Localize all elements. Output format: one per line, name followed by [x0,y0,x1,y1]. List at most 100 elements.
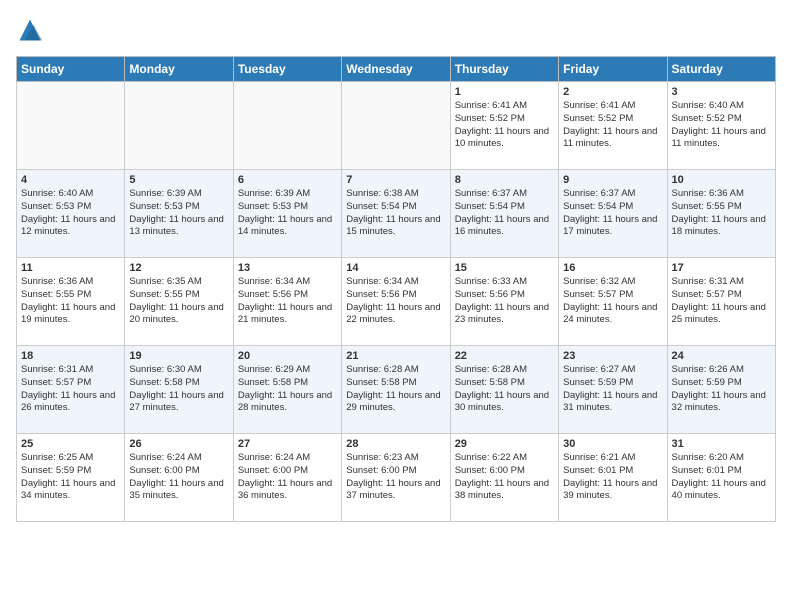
page-header [16,16,776,44]
daylight-hours: Daylight: 11 hours and 21 minutes. [238,302,337,328]
sunrise-time: Sunrise: 6:37 AM [563,188,662,201]
sunset-time: Sunset: 5:59 PM [672,377,771,390]
day-number: 12 [129,262,228,274]
day-number: 4 [21,174,120,186]
calendar-cell: 26 Sunrise: 6:24 AMSunset: 6:00 PMDayligh… [125,434,233,522]
sunset-time: Sunset: 5:54 PM [563,201,662,214]
calendar-cell: 14Sunrise: 6:34 AMSunset: 5:56 PMDayligh… [342,258,450,346]
calendar-week-3: 11Sunrise: 6:36 AMSunset: 5:55 PMDayligh… [17,258,776,346]
daylight-hours: Daylight: 11 hours and 35 minutes. [129,478,228,504]
daylight-hours: Daylight: 11 hours and 40 minutes. [672,478,771,504]
sunset-time: Sunset: 5:58 PM [238,377,337,390]
calendar-cell [17,82,125,170]
calendar-cell: 19 Sunrise: 6:30 AMSunset: 5:58 PMDayligh… [125,346,233,434]
calendar-cell: 9Sunrise: 6:37 AMSunset: 5:54 PMDaylight… [559,170,667,258]
calendar-cell: 4Sunrise: 6:40 AMSunset: 5:53 PMDaylight… [17,170,125,258]
sunset-time: Sunset: 6:01 PM [563,465,662,478]
sunrise-time: Sunrise: 6:29 AM [238,364,337,377]
sunrise-time: Sunrise: 6:40 AM [672,100,771,113]
sunrise-time: Sunrise: 6:38 AM [346,188,445,201]
daylight-hours: Daylight: 11 hours and 13 minutes. [129,214,228,240]
daylight-hours: Daylight: 11 hours and 12 minutes. [21,214,120,240]
sunrise-time: Sunrise: 6:24 AM [238,452,337,465]
col-header-wednesday: Wednesday [342,57,450,82]
day-number: 20 [238,350,337,362]
daylight-hours: Daylight: 11 hours and 11 minutes. [563,126,662,152]
sunrise-time: Sunrise: 6:41 AM [455,100,554,113]
calendar-cell: 13Sunrise: 6:34 AMSunset: 5:56 PMDayligh… [233,258,341,346]
header-row: SundayMondayTuesdayWednesdayThursdayFrid… [17,57,776,82]
daylight-hours: Daylight: 11 hours and 22 minutes. [346,302,445,328]
sunrise-time: Sunrise: 6:36 AM [21,276,120,289]
daylight-hours: Daylight: 11 hours and 24 minutes. [563,302,662,328]
daylight-hours: Daylight: 11 hours and 29 minutes. [346,390,445,416]
calendar-cell [125,82,233,170]
sunrise-time: Sunrise: 6:30 AM [129,364,228,377]
day-number: 1 [455,86,554,98]
calendar-cell: 23Sunrise: 6:27 AMSunset: 5:59 PMDayligh… [559,346,667,434]
day-number: 21 [346,350,445,362]
calendar-cell: 15Sunrise: 6:33 AMSunset: 5:56 PMDayligh… [450,258,558,346]
day-number: 19 [129,350,228,362]
calendar-cell: 8Sunrise: 6:37 AMSunset: 5:54 PMDaylight… [450,170,558,258]
day-number: 24 [672,350,771,362]
day-number: 26 [129,438,228,450]
sunrise-time: Sunrise: 6:31 AM [21,364,120,377]
calendar-cell: 17Sunrise: 6:31 AMSunset: 5:57 PMDayligh… [667,258,775,346]
sunset-time: Sunset: 5:54 PM [455,201,554,214]
sunset-time: Sunset: 5:58 PM [346,377,445,390]
sunrise-time: Sunrise: 6:24 AM [129,452,228,465]
sunset-time: Sunset: 5:52 PM [455,113,554,126]
day-number: 31 [672,438,771,450]
sunrise-time: Sunrise: 6:34 AM [238,276,337,289]
calendar-cell: 30 Sunrise: 6:21 AMSunset: 6:01 PMDayligh… [559,434,667,522]
sunset-time: Sunset: 5:57 PM [21,377,120,390]
daylight-hours: Daylight: 11 hours and 36 minutes. [238,478,337,504]
daylight-hours: Daylight: 11 hours and 10 minutes. [455,126,554,152]
daylight-hours: Daylight: 11 hours and 27 minutes. [129,390,228,416]
calendar-body: 1Sunrise: 6:41 AMSunset: 5:52 PMDaylight… [17,82,776,522]
day-number: 30 [563,438,662,450]
day-number: 7 [346,174,445,186]
day-number: 14 [346,262,445,274]
sunset-time: Sunset: 5:53 PM [129,201,228,214]
sunrise-time: Sunrise: 6:21 AM [563,452,662,465]
calendar-table: SundayMondayTuesdayWednesdayThursdayFrid… [16,56,776,522]
day-number: 23 [563,350,662,362]
calendar-cell [342,82,450,170]
sunrise-time: Sunrise: 6:33 AM [455,276,554,289]
calendar-cell [233,82,341,170]
calendar-cell: 31Sunrise: 6:20 AMSunset: 6:01 PMDayligh… [667,434,775,522]
sunset-time: Sunset: 5:58 PM [129,377,228,390]
sunset-time: Sunset: 5:56 PM [238,289,337,302]
sunset-time: Sunset: 6:01 PM [672,465,771,478]
logo-icon [16,16,44,44]
col-header-friday: Friday [559,57,667,82]
daylight-hours: Daylight: 11 hours and 15 minutes. [346,214,445,240]
col-header-saturday: Saturday [667,57,775,82]
sunset-time: Sunset: 6:00 PM [129,465,228,478]
calendar-cell: 21Sunrise: 6:28 AMSunset: 5:58 PMDayligh… [342,346,450,434]
daylight-hours: Daylight: 11 hours and 39 minutes. [563,478,662,504]
calendar-cell: 12Sunrise: 6:35 AMSunset: 5:55 PMDayligh… [125,258,233,346]
sunrise-time: Sunrise: 6:32 AM [563,276,662,289]
col-header-thursday: Thursday [450,57,558,82]
sunset-time: Sunset: 5:53 PM [238,201,337,214]
sunset-time: Sunset: 5:52 PM [672,113,771,126]
calendar-cell: 1 Sunrise: 6:41 AMSunset: 5:52 PMDaylight… [450,82,558,170]
sunrise-time: Sunrise: 6:41 AM [563,100,662,113]
sunset-time: Sunset: 5:59 PM [21,465,120,478]
daylight-hours: Daylight: 11 hours and 18 minutes. [672,214,771,240]
daylight-hours: Daylight: 11 hours and 34 minutes. [21,478,120,504]
daylight-hours: Daylight: 11 hours and 16 minutes. [455,214,554,240]
day-number: 11 [21,262,120,274]
daylight-hours: Daylight: 11 hours and 23 minutes. [455,302,554,328]
daylight-hours: Daylight: 11 hours and 31 minutes. [563,390,662,416]
day-number: 22 [455,350,554,362]
day-number: 2 [563,86,662,98]
day-number: 10 [672,174,771,186]
day-number: 6 [238,174,337,186]
sunrise-time: Sunrise: 6:35 AM [129,276,228,289]
logo [16,16,48,44]
calendar-week-1: 1Sunrise: 6:41 AMSunset: 5:52 PMDaylight… [17,82,776,170]
